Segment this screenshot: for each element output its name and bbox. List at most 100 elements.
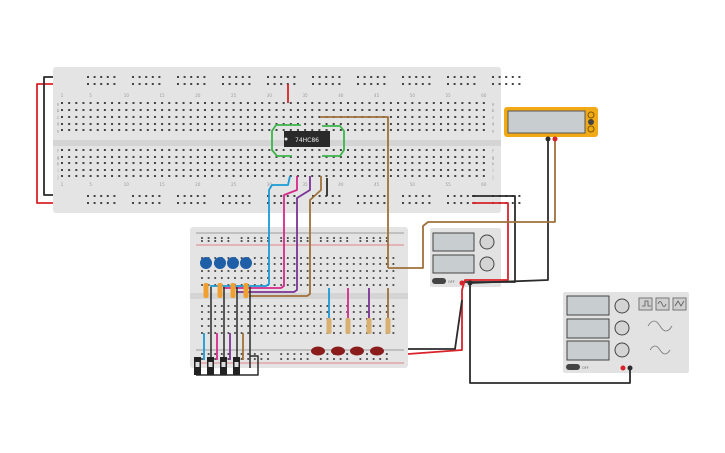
breadboard-hole[interactable] — [196, 129, 199, 131]
breadboard-hole[interactable] — [289, 116, 292, 118]
rail-hole[interactable] — [346, 353, 349, 355]
breadboard-hole[interactable] — [300, 277, 302, 279]
rail-hole[interactable] — [415, 202, 418, 204]
rail-hole[interactable] — [228, 195, 231, 197]
rail-hole[interactable] — [518, 76, 521, 78]
breadboard-hole[interactable] — [282, 175, 285, 177]
breadboard-hole[interactable] — [175, 116, 178, 118]
breadboard-hole[interactable] — [68, 169, 71, 171]
breadboard-hole[interactable] — [439, 175, 442, 177]
breadboard-hole[interactable] — [111, 129, 114, 131]
breadboard-hole[interactable] — [204, 123, 206, 125]
breadboard-hole[interactable] — [325, 123, 328, 125]
rail-hole[interactable] — [93, 83, 96, 85]
rail-hole[interactable] — [383, 202, 386, 204]
breadboard-hole[interactable] — [280, 311, 283, 313]
breadboard-hole[interactable] — [247, 305, 250, 307]
rail-hole[interactable] — [359, 358, 362, 360]
breadboard-hole[interactable] — [375, 109, 378, 111]
breadboard-hole[interactable] — [214, 277, 217, 279]
breadboard-hole[interactable] — [204, 156, 206, 158]
breadboard-hole[interactable] — [275, 102, 278, 104]
rail-hole[interactable] — [376, 202, 379, 204]
rail-hole[interactable] — [113, 83, 116, 85]
breadboard-hole[interactable] — [146, 169, 149, 171]
breadboard-hole[interactable] — [96, 156, 99, 158]
breadboard-hole[interactable] — [189, 156, 192, 158]
breadboard-hole[interactable] — [139, 123, 142, 125]
terminal[interactable] — [627, 365, 633, 371]
breadboard-hole[interactable] — [333, 257, 335, 259]
rail-hole[interactable] — [312, 76, 314, 78]
breadboard-hole[interactable] — [454, 149, 457, 151]
breadboard-hole[interactable] — [103, 162, 106, 164]
breadboard-hole[interactable] — [447, 129, 450, 131]
breadboard-hole[interactable] — [139, 149, 142, 151]
rail-hole[interactable] — [293, 202, 296, 204]
breadboard-hole[interactable] — [273, 318, 276, 320]
breadboard-hole[interactable] — [454, 129, 457, 131]
rail-hole[interactable] — [415, 76, 418, 78]
breadboard-hole[interactable] — [411, 123, 414, 125]
breadboard-hole[interactable] — [411, 116, 414, 118]
breadboard-hole[interactable] — [418, 116, 421, 118]
breadboard-hole[interactable] — [339, 318, 342, 320]
breadboard-hole[interactable] — [432, 123, 435, 125]
breadboard-hole[interactable] — [125, 169, 128, 171]
breadboard-hole[interactable] — [404, 162, 407, 164]
breadboard-hole[interactable] — [232, 116, 235, 118]
rail-hole[interactable] — [183, 195, 186, 197]
rail-hole[interactable] — [196, 76, 199, 78]
breadboard-hole[interactable] — [232, 169, 235, 171]
rail-hole[interactable] — [318, 202, 321, 204]
rail-hole[interactable] — [235, 202, 238, 204]
rail-hole[interactable] — [203, 76, 206, 78]
breadboard-hole[interactable] — [239, 162, 242, 164]
breadboard-hole[interactable] — [296, 156, 299, 158]
breadboard-hole[interactable] — [220, 311, 223, 313]
breadboard-hole[interactable] — [432, 156, 435, 158]
breadboard-hole[interactable] — [392, 311, 395, 313]
rail-hole[interactable] — [145, 202, 148, 204]
breadboard-hole[interactable] — [82, 129, 85, 131]
breadboard-hole[interactable] — [275, 109, 278, 111]
breadboard-hole[interactable] — [261, 102, 264, 104]
breadboard-hole[interactable] — [286, 311, 289, 313]
breadboard-hole[interactable] — [304, 162, 307, 164]
led[interactable] — [311, 346, 325, 356]
breadboard-hole[interactable] — [447, 149, 450, 151]
breadboard-hole[interactable] — [82, 102, 85, 104]
breadboard-hole[interactable] — [333, 325, 335, 327]
rail-hole[interactable] — [421, 76, 424, 78]
breadboard-hole[interactable] — [332, 169, 335, 171]
breadboard-hole[interactable] — [240, 318, 243, 320]
breadboard-hole[interactable] — [253, 311, 256, 313]
breadboard-hole[interactable] — [293, 318, 296, 320]
rail-hole[interactable] — [145, 195, 148, 197]
breadboard-hole[interactable] — [168, 169, 171, 171]
breadboard-hole[interactable] — [189, 169, 192, 171]
rail-hole[interactable] — [300, 237, 302, 239]
breadboard-hole[interactable] — [132, 156, 135, 158]
breadboard-hole[interactable] — [267, 305, 269, 307]
breadboard-hole[interactable] — [146, 175, 149, 177]
breadboard-hole[interactable] — [182, 102, 185, 104]
rail-hole[interactable] — [366, 353, 368, 355]
breadboard-hole[interactable] — [339, 102, 342, 104]
breadboard-hole[interactable] — [211, 169, 214, 171]
breadboard-hole[interactable] — [359, 284, 362, 286]
breadboard-hole[interactable] — [332, 102, 335, 104]
breadboard-hole[interactable] — [379, 332, 382, 334]
breadboard-hole[interactable] — [273, 263, 276, 265]
breadboard-hole[interactable] — [313, 325, 316, 327]
rail-hole[interactable] — [293, 358, 296, 360]
terminal[interactable] — [467, 280, 473, 286]
breadboard-hole[interactable] — [132, 175, 135, 177]
resistor[interactable] — [366, 318, 372, 334]
breadboard-hole[interactable] — [418, 162, 421, 164]
rail-hole[interactable] — [214, 353, 217, 355]
breadboard-hole[interactable] — [372, 257, 375, 259]
breadboard-hole[interactable] — [220, 318, 223, 320]
breadboard-hole[interactable] — [240, 277, 243, 279]
breadboard-hole[interactable] — [382, 129, 385, 131]
